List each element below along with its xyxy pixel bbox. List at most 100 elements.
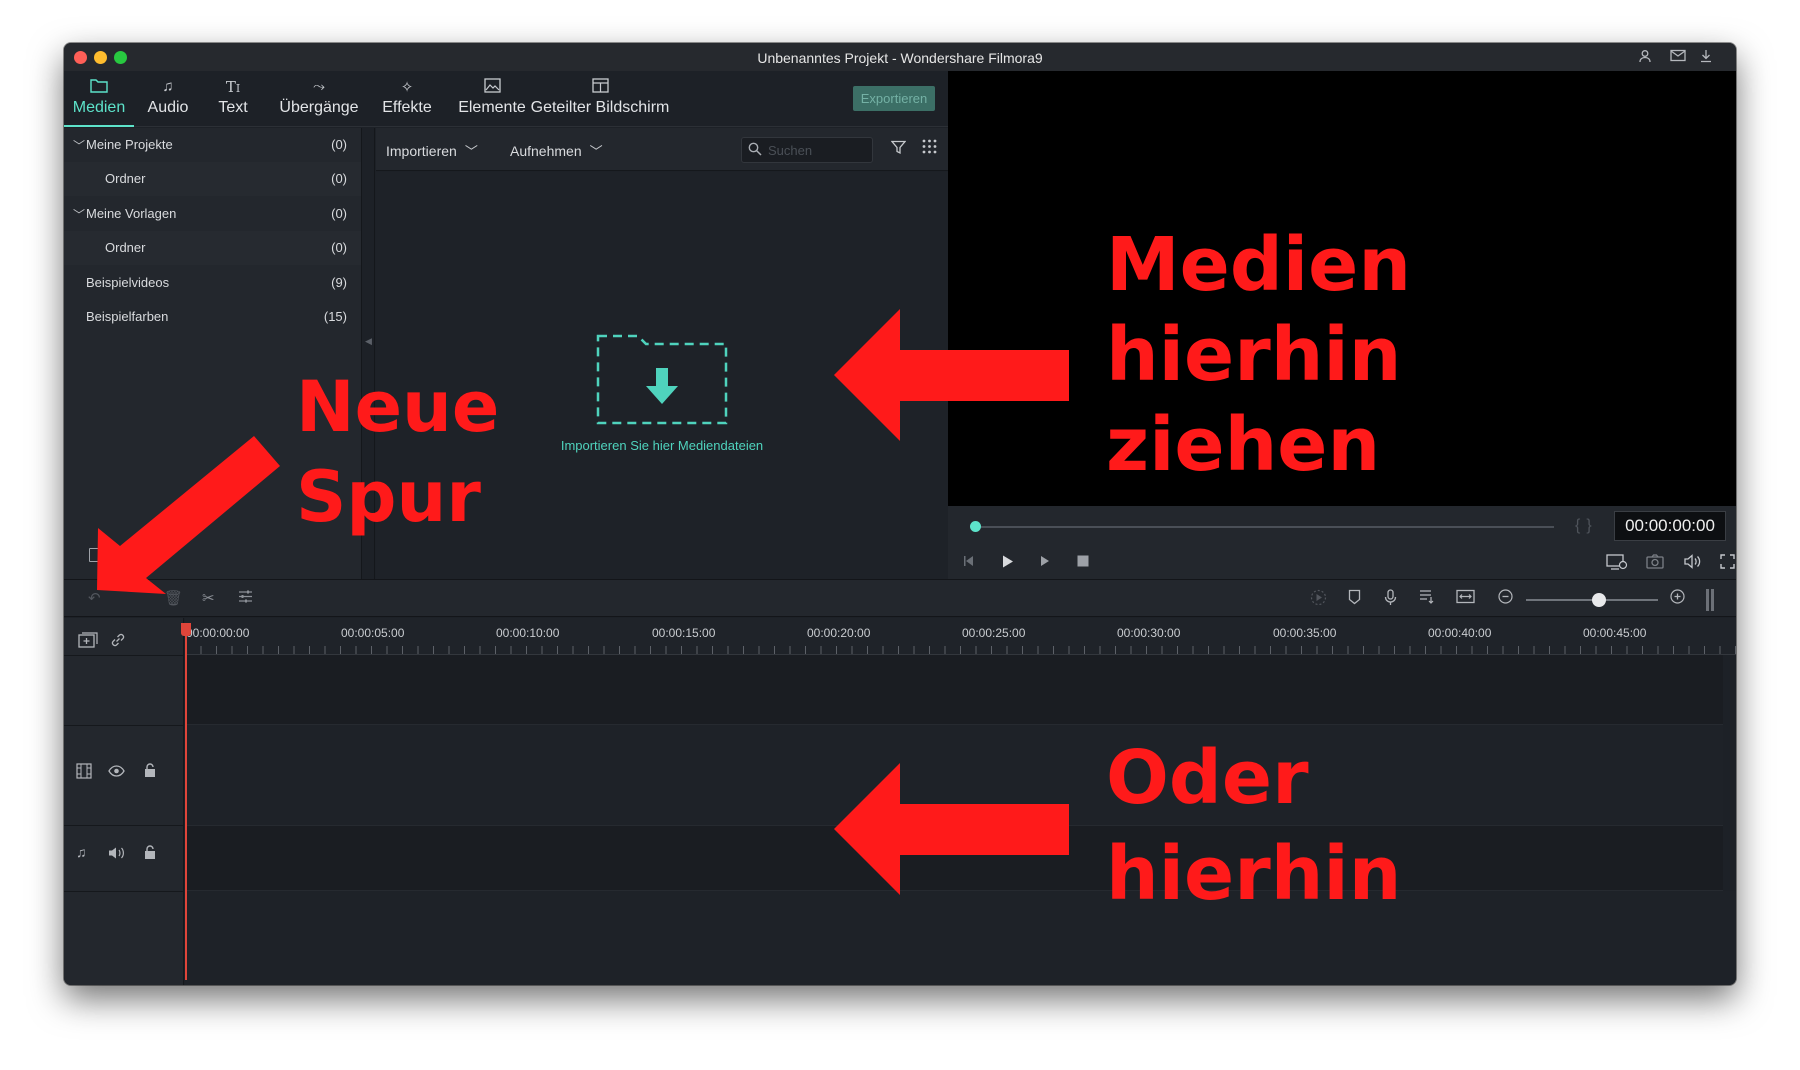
tab-label: Elemente bbox=[458, 99, 526, 116]
tab-text[interactable]: TI Text bbox=[208, 71, 258, 127]
overlay-track[interactable] bbox=[185, 655, 1723, 725]
library-item-meine-vorlagen[interactable]: ﹀ Meine Vorlagen (0) bbox=[64, 197, 361, 231]
link-icon[interactable] bbox=[110, 632, 126, 651]
search-placeholder: Suchen bbox=[768, 143, 813, 158]
adjust-icon[interactable] bbox=[238, 589, 253, 608]
record-dropdown[interactable]: Aufnehmen ﹀ bbox=[510, 141, 603, 160]
tab-uebergaenge[interactable]: ⤳ Übergänge bbox=[276, 71, 362, 127]
zoom-out-icon[interactable] bbox=[1498, 589, 1513, 608]
annotation-line: Medien bbox=[1106, 222, 1412, 308]
export-button[interactable]: Exportieren bbox=[853, 86, 935, 111]
annotation-oder-hierhin: Oder hierhin bbox=[1106, 741, 1401, 933]
cut-icon[interactable]: ✂ bbox=[202, 589, 215, 607]
timeline-toolbar: ↶ 🗑 ✂ bbox=[64, 579, 1736, 617]
search-icon bbox=[748, 142, 762, 159]
next-frame-icon[interactable] bbox=[1038, 554, 1052, 572]
playhead-handle[interactable] bbox=[181, 623, 191, 636]
marker-icon[interactable] bbox=[1348, 589, 1361, 609]
zoom-in-icon[interactable] bbox=[1670, 589, 1685, 608]
user-icon[interactable] bbox=[1638, 49, 1652, 66]
media-toolbar: Importieren ﹀ Aufnehmen ﹀ Suchen bbox=[376, 128, 948, 171]
audio-track[interactable] bbox=[185, 825, 1723, 891]
music-note-icon: ♫ bbox=[162, 78, 174, 95]
ruler-tick-label: 00:00:30:00 bbox=[1117, 626, 1181, 640]
chevron-down-icon: ﹀ bbox=[589, 144, 603, 159]
preview-scrub-handle[interactable] bbox=[970, 521, 981, 532]
library-item-label: Ordner bbox=[105, 240, 146, 255]
speaker-icon[interactable] bbox=[108, 846, 126, 863]
fullscreen-icon[interactable] bbox=[1720, 554, 1735, 573]
tab-elemente[interactable]: Elemente bbox=[454, 71, 530, 127]
tab-audio[interactable]: ♫ Audio bbox=[138, 71, 198, 127]
tab-geteilter-bildschirm[interactable]: Geteilter Bildschirm bbox=[530, 71, 670, 127]
lock-icon[interactable] bbox=[144, 845, 156, 863]
grid-view-icon[interactable] bbox=[922, 139, 937, 159]
volume-icon[interactable] bbox=[1684, 554, 1703, 573]
delete-icon[interactable]: 🗑 bbox=[164, 589, 183, 607]
library-item-meine-projekte[interactable]: ﹀ Meine Projekte (0) bbox=[64, 128, 361, 162]
filter-icon[interactable] bbox=[890, 140, 907, 159]
preview-scrub-track[interactable] bbox=[974, 526, 1554, 528]
previous-frame-icon[interactable] bbox=[962, 554, 976, 572]
render-icon[interactable] bbox=[1310, 589, 1327, 610]
in-out-markers-icon[interactable]: {} bbox=[1575, 517, 1598, 535]
tab-label: Übergänge bbox=[279, 99, 359, 116]
import-dropdown[interactable]: Importieren ﹀ bbox=[386, 141, 478, 160]
timeline-settings-handle-icon[interactable] bbox=[1706, 589, 1716, 615]
tab-label: Geteilter Bildschirm bbox=[530, 99, 670, 116]
annotation-medien-hierhin-ziehen: Medien hierhin ziehen bbox=[1106, 228, 1411, 498]
playhead-line[interactable] bbox=[185, 623, 187, 980]
tab-medien[interactable]: Medien bbox=[64, 71, 134, 127]
voiceover-mixer-icon[interactable] bbox=[1419, 589, 1435, 608]
window-title: Unbenanntes Projekt - Wondershare Filmor… bbox=[757, 50, 1043, 66]
library-item-ordner[interactable]: Ordner (0) bbox=[64, 162, 361, 196]
library-item-count: (9) bbox=[331, 275, 347, 290]
collapse-left-icon[interactable]: ◀ bbox=[365, 336, 372, 347]
library-item-beispielfarben[interactable]: Beispielfarben (15) bbox=[64, 300, 361, 334]
ruler-tick-label: 00:00:45:00 bbox=[1583, 626, 1647, 640]
microphone-icon[interactable] bbox=[1384, 589, 1397, 610]
tab-effekte[interactable]: ✧ Effekte bbox=[376, 71, 438, 127]
lock-icon[interactable] bbox=[144, 763, 156, 781]
tab-label: Medien bbox=[72, 99, 126, 116]
annotation-line: hierhin bbox=[1106, 831, 1402, 917]
annotation-neue-spur: Neue Spur bbox=[296, 372, 499, 552]
eye-icon[interactable] bbox=[108, 764, 125, 780]
ruler-tick-label: 00:00:00:00 bbox=[186, 626, 250, 640]
audio-track-icon: ♫ bbox=[76, 844, 87, 860]
ruler-tick-label: 00:00:15:00 bbox=[652, 626, 716, 640]
tab-label: Audio bbox=[147, 99, 189, 116]
play-icon[interactable] bbox=[1000, 554, 1015, 573]
track-headers: ♫ bbox=[64, 618, 184, 985]
library-item-beispielvideos[interactable]: Beispielvideos (9) bbox=[64, 266, 361, 300]
split-screen-icon bbox=[530, 71, 670, 99]
ruler-ticks bbox=[185, 646, 1736, 654]
chevron-down-icon[interactable]: ﹀ bbox=[73, 137, 85, 154]
snapshot-icon[interactable] bbox=[1646, 554, 1664, 573]
download-icon[interactable] bbox=[1700, 49, 1712, 66]
library-item-ordner[interactable]: Ordner (0) bbox=[64, 231, 361, 265]
fit-timeline-icon[interactable] bbox=[1456, 589, 1475, 608]
mail-icon[interactable] bbox=[1670, 49, 1686, 65]
chevron-down-icon: ﹀ bbox=[464, 144, 478, 159]
chevron-down-icon[interactable]: ﹀ bbox=[73, 206, 85, 223]
new-folder-icon[interactable] bbox=[89, 548, 101, 562]
stop-icon[interactable] bbox=[1076, 554, 1090, 572]
zoom-slider-handle[interactable] bbox=[1592, 593, 1606, 607]
ruler-tick-label: 00:00:35:00 bbox=[1273, 626, 1337, 640]
library-item-label: Beispielfarben bbox=[86, 309, 169, 324]
annotation-line: ziehen bbox=[1106, 402, 1381, 488]
search-input[interactable]: Suchen bbox=[741, 137, 873, 163]
library-item-count: (0) bbox=[331, 171, 347, 186]
timeline-ruler[interactable]: 00:00:00:00 00:00:05:00 00:00:10:00 00:0… bbox=[185, 618, 1736, 655]
render-preview-icon[interactable] bbox=[1606, 554, 1628, 574]
import-folder-icon[interactable] bbox=[596, 332, 728, 425]
transition-icon: ⤳ bbox=[312, 78, 325, 95]
preview-timecode: 00:00:00:00 bbox=[1614, 511, 1726, 541]
import-label: Importieren bbox=[386, 143, 457, 159]
add-track-icon[interactable] bbox=[78, 632, 98, 651]
text-icon: TI bbox=[225, 78, 241, 96]
video-track[interactable] bbox=[185, 725, 1723, 825]
ruler-tick-label: 00:00:05:00 bbox=[341, 626, 405, 640]
undo-icon[interactable]: ↶ bbox=[88, 589, 101, 607]
